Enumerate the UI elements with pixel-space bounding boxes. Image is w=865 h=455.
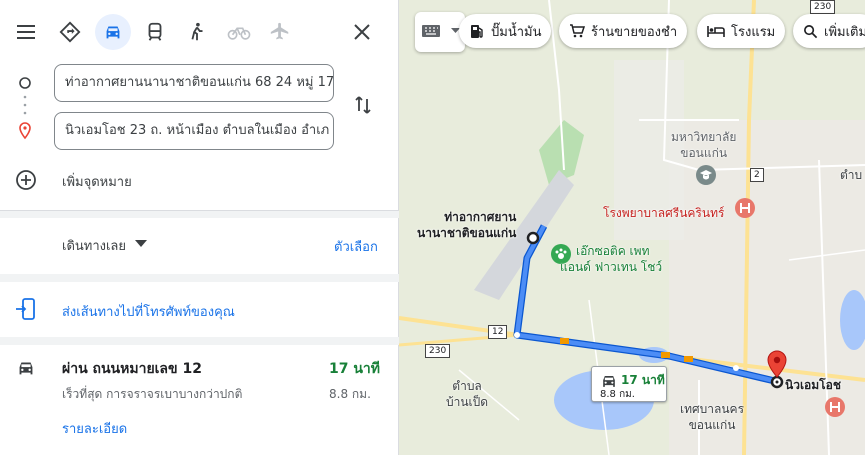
mode-bike-button[interactable] xyxy=(221,14,257,50)
hospital-icon[interactable] xyxy=(825,397,845,417)
origin-input[interactable]: ท่าอากาศยานนานาชาติขอนแก่น 68 24 หมู่ 17 xyxy=(54,64,334,102)
chip-more-label: เพิ่มเติม xyxy=(824,24,865,40)
road-shield: 2 xyxy=(750,168,764,182)
swap-icon xyxy=(355,96,371,114)
route-card[interactable]: ผ่าน ถนนหมายเลข 12 17 นาที เร็วที่สุด กา… xyxy=(0,345,399,455)
route-details-link[interactable]: รายละเอียด xyxy=(62,418,127,439)
road-shield: 230 xyxy=(425,344,451,358)
map-canvas[interactable]: ท่าอากาศยาน นานาชาติขอนแก่น มหาวิทยาลัย … xyxy=(399,0,865,455)
send-to-phone-icon xyxy=(16,298,35,320)
divider xyxy=(0,274,399,282)
airport-label-line2: นานาชาติขอนแก่น xyxy=(417,226,517,240)
route-dots-icon xyxy=(23,95,27,115)
car-icon xyxy=(106,26,120,39)
transit-icon xyxy=(148,22,162,41)
municipality-label-line2: ขอนแก่น xyxy=(688,418,736,432)
airport-label[interactable]: ท่าอากาศยาน นานาชาติขอนแก่น xyxy=(417,209,516,241)
layers-button[interactable] xyxy=(415,12,465,52)
zoo-label-line1: เอ๊กซอติค เพท xyxy=(576,244,650,258)
gas-station-icon xyxy=(471,25,483,38)
road-shield: 12 xyxy=(488,325,508,339)
municipality-label: เทศบาลนคร ขอนแก่น xyxy=(680,401,744,433)
depart-time-dropdown[interactable]: เดินทางเลย xyxy=(62,235,162,255)
callout-distance: 8.8 กม. xyxy=(600,389,635,400)
destination-pin-icon xyxy=(19,122,31,140)
mode-transit-button[interactable] xyxy=(137,14,173,50)
dropdown-arrow-icon xyxy=(135,240,147,247)
hotel-icon xyxy=(707,26,725,37)
divider xyxy=(0,210,399,218)
divider xyxy=(0,337,399,345)
hospital-icon[interactable] xyxy=(735,198,755,218)
chip-gas-station-label: ปั๊มน้ำมัน xyxy=(491,24,542,40)
flight-icon xyxy=(270,22,289,40)
chip-grocery[interactable]: ร้านขายของชำ xyxy=(559,14,688,48)
directions-diamond-icon xyxy=(59,21,81,43)
university-label-line2: ขอนแก่น xyxy=(680,146,728,160)
chip-hotel-label: โรงแรม xyxy=(731,24,776,40)
origin-circle-icon xyxy=(19,77,31,89)
route-distance: 8.8 กม. xyxy=(329,387,371,401)
chip-hotel[interactable]: โรงแรม xyxy=(697,14,786,48)
tambon-label: ตำบล บ้านเป็ด xyxy=(446,378,488,410)
swap-button[interactable] xyxy=(351,93,375,117)
hospital-label[interactable]: โรงพยาบาลศรีนครินทร์ xyxy=(603,204,724,223)
travel-modes xyxy=(0,12,399,52)
zoo-label-line2: แอนด์ ฟาวเทน โชว์ xyxy=(560,260,663,274)
destination-label[interactable]: นิวเอมโอช xyxy=(785,376,841,395)
close-icon xyxy=(354,24,370,40)
road-shield: 230 xyxy=(810,0,836,14)
search-icon xyxy=(804,24,818,38)
add-destination-label: เพิ่มจุดหมาย xyxy=(62,175,132,190)
mode-walk-button[interactable] xyxy=(179,14,215,50)
keyboard-icon xyxy=(422,25,440,37)
send-to-phone-label: ส่งเส้นทางไปที่โทรศัพท์ของคุณ xyxy=(62,305,235,320)
shopping-cart-icon xyxy=(570,24,585,38)
close-button[interactable] xyxy=(350,20,374,44)
options-link[interactable]: ตัวเลือก xyxy=(334,236,378,257)
university-label[interactable]: มหาวิทยาลัย ขอนแก่น xyxy=(671,129,736,161)
municipality-label-line1: เทศบาลนคร xyxy=(680,402,745,416)
zoo-label[interactable]: เอ๊กซอติค เพท แอนด์ ฟาวเทน โชว์ xyxy=(560,243,662,275)
mode-best-button[interactable] xyxy=(52,14,88,50)
university-label-line1: มหาวิทยาลัย xyxy=(671,130,737,144)
depart-label: เดินทางเลย xyxy=(62,239,127,254)
add-destination-button[interactable]: เพิ่มจุดหมาย xyxy=(15,168,215,192)
chip-more[interactable]: เพิ่มเติม xyxy=(793,14,865,48)
route-via: ผ่าน ถนนหมายเลข 12 xyxy=(62,361,202,377)
tambon-label-line2: บ้านเป็ด xyxy=(446,395,489,409)
car-icon xyxy=(19,362,33,375)
mode-car-button[interactable] xyxy=(95,14,131,50)
route-description: เร็วที่สุด การจราจรเบาบางกว่าปกติ xyxy=(62,387,243,401)
chip-gas-station[interactable]: ปั๊มน้ำมัน xyxy=(459,14,552,48)
send-to-phone-button[interactable]: ส่งเส้นทางไปที่โทรศัพท์ของคุณ xyxy=(14,296,384,322)
mode-flight-button[interactable] xyxy=(262,14,298,50)
directions-panel: ท่าอากาศยานนานาชาติขอนแก่น 68 24 หมู่ 17… xyxy=(0,0,399,455)
route-time: 17 นาที xyxy=(329,361,381,377)
route-callout[interactable]: 17 นาที 8.8 กม. xyxy=(591,366,667,402)
tambon-right-label: ตำบ xyxy=(840,168,863,182)
destination-pin-icon[interactable] xyxy=(766,350,788,378)
destination-input[interactable]: นิวเอมโอช 23 ถ. หน้าเมือง ตำบลในเมือง อำ… xyxy=(54,112,334,150)
university-icon[interactable] xyxy=(696,165,716,185)
tambon-label-line1: ตำบล xyxy=(452,379,482,393)
walk-icon xyxy=(191,22,203,41)
airport-label-line1: ท่าอากาศยาน xyxy=(444,210,517,224)
bike-icon xyxy=(227,27,251,40)
add-circle-icon xyxy=(16,170,36,190)
chip-grocery-label: ร้านขายของชำ xyxy=(591,24,678,40)
